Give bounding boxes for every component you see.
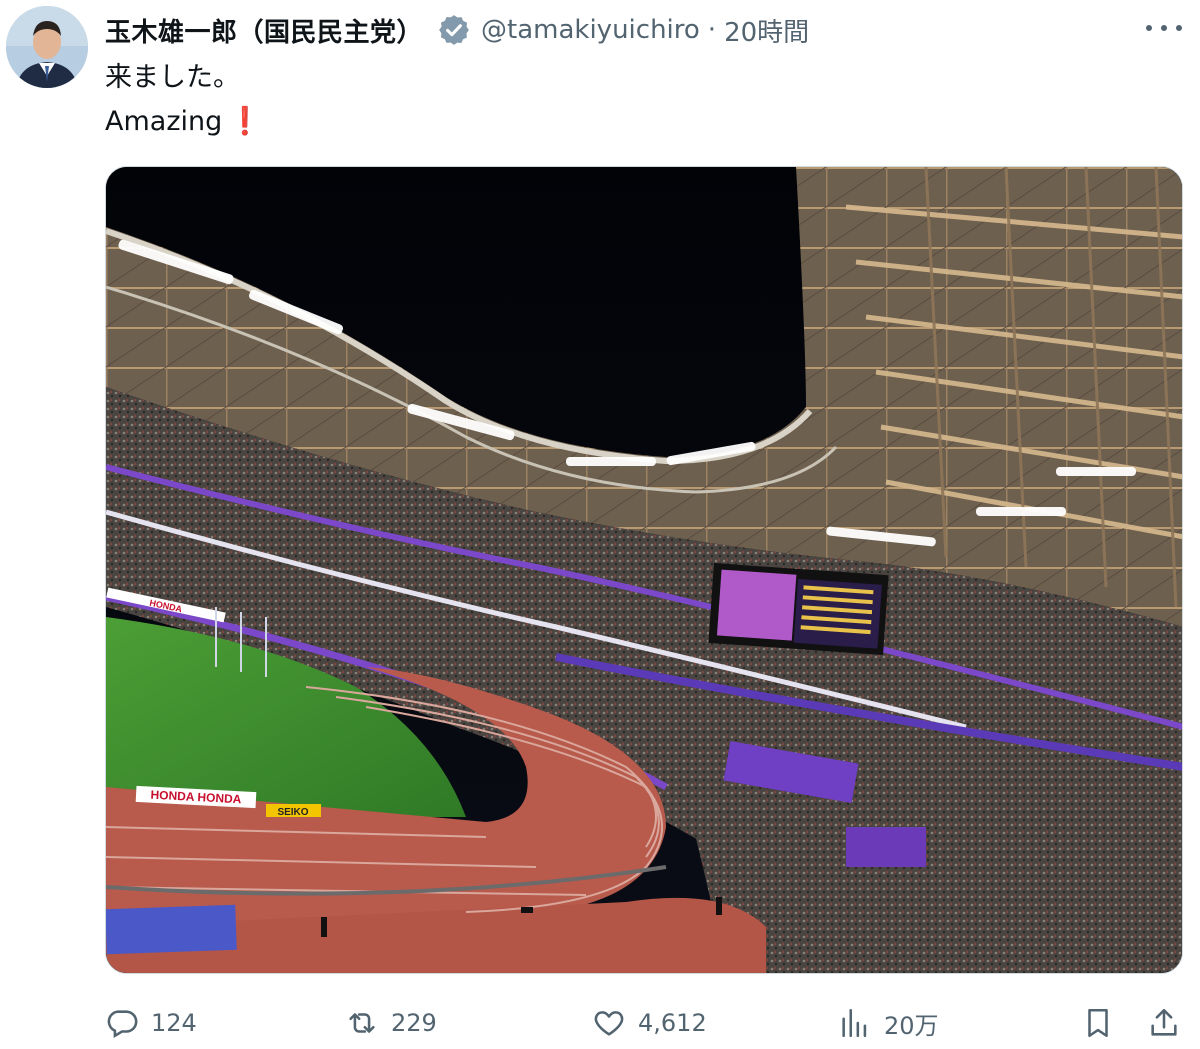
separator: · (707, 15, 717, 45)
reply-button[interactable]: 124 (105, 998, 197, 1048)
repost-button[interactable]: 229 (345, 998, 437, 1048)
bookmark-icon (1088, 1008, 1108, 1038)
avatar[interactable] (6, 6, 88, 88)
tweet-text-line-2-text: Amazing (105, 106, 223, 137)
reply-count: 124 (151, 1009, 197, 1037)
exclamation-emoji: ❗ (228, 106, 262, 137)
share-icon (1151, 1008, 1177, 1036)
views-icon (842, 1008, 867, 1038)
timestamp[interactable]: 20時間 (724, 12, 809, 49)
stadium-photo: HONDA HONDA SEIKO HONDA (106, 167, 1182, 973)
repost-icon (349, 1013, 375, 1033)
views-count: 20万 (884, 1011, 939, 1040)
verified-badge-icon[interactable] (437, 13, 471, 47)
action-bar: 124 229 4,612 20万 (105, 998, 1183, 1048)
like-button[interactable]: 4,612 (592, 998, 707, 1048)
share-button[interactable] (1147, 998, 1181, 1048)
views-button[interactable]: 20万 (838, 998, 939, 1048)
tweet-media[interactable]: HONDA HONDA SEIKO HONDA (105, 166, 1183, 974)
tweet-text-line-1: 来ました。 (105, 62, 240, 93)
tweet-text: 来ました。 Amazing ❗ (105, 56, 262, 144)
bookmark-button[interactable] (1081, 998, 1115, 1048)
avatar-photo (6, 6, 88, 88)
reply-icon (107, 1010, 138, 1039)
scoreboard (708, 563, 889, 656)
repost-count: 229 (391, 1009, 437, 1037)
sponsor-text-2: SEIKO (277, 807, 308, 818)
like-count: 4,612 (638, 1009, 707, 1037)
tweet-text-line-2: Amazing ❗ (105, 100, 262, 144)
more-options-icon[interactable] (1146, 18, 1182, 38)
heart-icon (594, 1011, 624, 1036)
tweet-header: 玉木雄一郎（国民民主党） @tamakiyuichiro · 20時間 (105, 8, 809, 52)
author-name[interactable]: 玉木雄一郎（国民民主党） (105, 12, 423, 49)
author-handle[interactable]: @tamakiyuichiro (481, 15, 700, 45)
